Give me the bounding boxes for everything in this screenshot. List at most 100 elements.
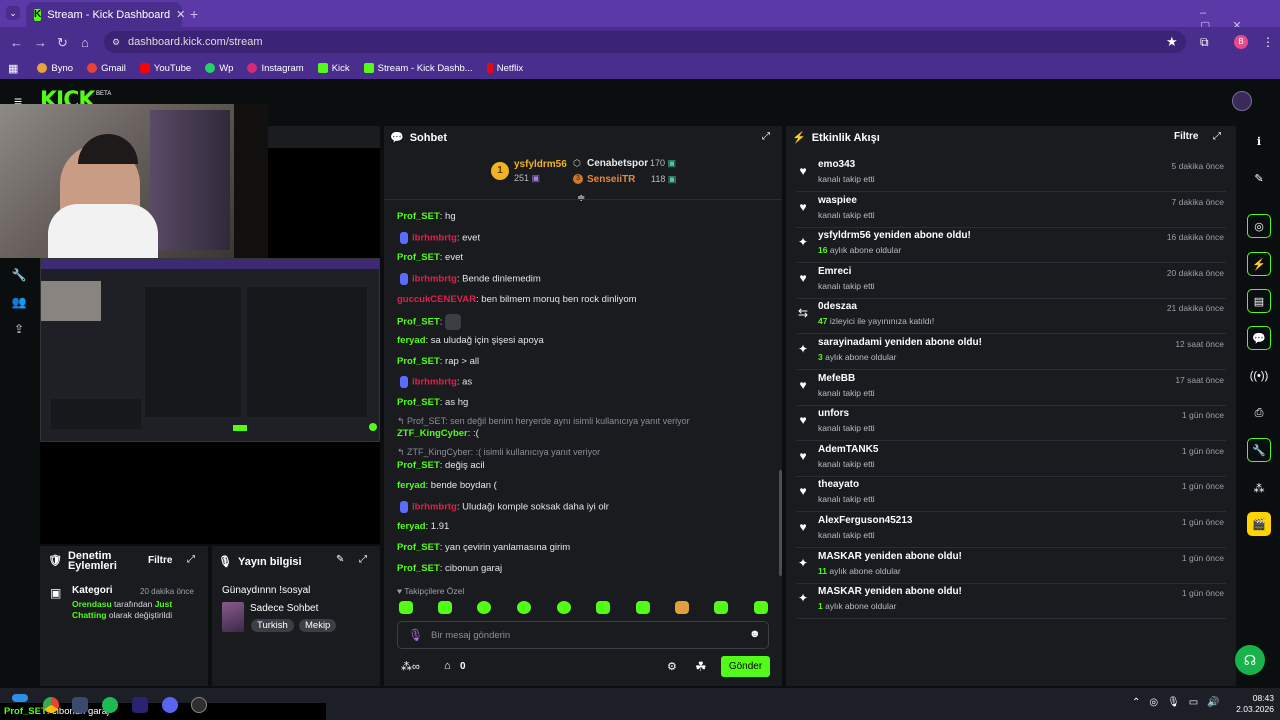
emote-icon[interactable] bbox=[636, 601, 650, 614]
points-icon[interactable]: ⁂∞ bbox=[401, 660, 420, 673]
chat-bubble-icon[interactable]: 💬 bbox=[1247, 326, 1271, 350]
user-avatar[interactable] bbox=[1232, 91, 1252, 111]
chat-title-text: Sohbet bbox=[409, 131, 447, 144]
back-icon[interactable]: ← bbox=[10, 35, 23, 50]
close-tab-icon[interactable]: ✕ bbox=[176, 8, 185, 21]
bookmark-star-icon[interactable]: ★ bbox=[1166, 34, 1178, 50]
wrench-icon[interactable]: 🔧 bbox=[10, 266, 28, 284]
bookmark-kick-dashboard[interactable]: Stream - Kick Dashb... bbox=[359, 63, 478, 74]
upload-icon[interactable]: ⇪ bbox=[10, 320, 28, 338]
wrench-icon[interactable]: 🔧 bbox=[1247, 438, 1271, 462]
popout-icon[interactable]: ⤢ bbox=[187, 554, 195, 565]
bookmark-instagram[interactable]: Instagram bbox=[242, 63, 308, 74]
event-item[interactable]: ♥ AdemTANK5 kanalı takip etti 1 gün önce bbox=[796, 442, 1226, 477]
popout-icon[interactable]: ⤢ bbox=[359, 554, 367, 565]
event-item[interactable]: ✦ MASKAR yeniden abone oldu! 11 aylık abon… bbox=[796, 549, 1226, 584]
send-button[interactable]: Gönder bbox=[721, 656, 770, 677]
bookmark-byno[interactable]: Byno bbox=[32, 63, 78, 74]
emote-icon[interactable] bbox=[517, 601, 531, 614]
chat-input[interactable]: 🎙 Bir mesaj gönderin ☻ bbox=[397, 621, 769, 649]
bookmark-wp[interactable]: Wp bbox=[200, 63, 238, 74]
event-item[interactable]: ♥ emo343 kanalı takip etti 5 dakika önce bbox=[796, 157, 1226, 192]
new-tab-icon[interactable]: + bbox=[190, 6, 198, 22]
mod-actor[interactable]: Orendasu bbox=[72, 599, 112, 609]
emote-icon[interactable] bbox=[399, 601, 413, 614]
browser-tab[interactable]: K Stream - Kick Dashboard ✕ bbox=[26, 2, 185, 27]
supporter-2-name[interactable]: Cenabetspor bbox=[587, 158, 648, 169]
event-item[interactable]: ✦ ysfyldrm56 yeniden abone oldu! 16 aylık … bbox=[796, 228, 1226, 264]
event-sub: 3 aylık abone oldular bbox=[818, 352, 897, 362]
event-item[interactable]: ✦ sarayinadami yeniden abone oldu! 3 aylık… bbox=[796, 335, 1226, 370]
forward-icon[interactable]: → bbox=[34, 35, 47, 50]
category-name[interactable]: Sadece Sohbet bbox=[250, 603, 318, 614]
emote-icon[interactable] bbox=[438, 601, 452, 614]
chrome-icon[interactable] bbox=[43, 697, 59, 713]
moderation-filter-button[interactable]: Filtre bbox=[148, 555, 172, 566]
edit-icon[interactable]: ✎ bbox=[1247, 166, 1271, 190]
event-item[interactable]: ♥ MefeBB kanalı takip etti 17 saat önce bbox=[796, 371, 1226, 406]
clapper-icon[interactable]: 🎬 bbox=[1247, 512, 1271, 536]
clipboard-icon[interactable]: ▤ bbox=[1247, 289, 1271, 313]
address-bar[interactable]: dashboard.kick.com/stream bbox=[104, 31, 1186, 53]
event-sub: kanalı takip etti bbox=[818, 280, 875, 291]
popout-icon[interactable]: ⤢ bbox=[1213, 131, 1221, 142]
emoji-icon[interactable]: ☻ bbox=[749, 628, 761, 640]
emote-icon[interactable] bbox=[754, 601, 768, 614]
event-item[interactable]: ♥ AlexFerguson45213 kanalı takip etti 1 gün… bbox=[796, 513, 1226, 548]
reload-icon[interactable]: ↻ bbox=[57, 35, 68, 51]
broadcast-icon[interactable]: ((•)) bbox=[1247, 364, 1271, 388]
profile-avatar[interactable]: B bbox=[1234, 35, 1248, 49]
info-icon[interactable]: ℹ bbox=[1247, 129, 1271, 153]
event-item[interactable]: ♥ Emreci kanalı takip etti 20 dakika önce bbox=[796, 264, 1226, 299]
apps-grid-icon[interactable]: ▦ bbox=[8, 62, 18, 75]
supporter-3-name[interactable]: SenseiiTR bbox=[587, 174, 635, 185]
users-icon[interactable]: 👥 bbox=[10, 293, 28, 311]
bookmark-netflix[interactable]: Netflix bbox=[482, 63, 528, 74]
lightning-icon[interactable]: ⚡ bbox=[1247, 252, 1271, 276]
event-item[interactable]: ♥ waspiee kanalı takip etti 7 dakika önce bbox=[796, 193, 1226, 228]
bookmark-kick[interactable]: Kick bbox=[313, 63, 355, 74]
store-icon[interactable]: ⌂ bbox=[444, 660, 451, 672]
events-filter-button[interactable]: Filtre bbox=[1174, 131, 1198, 142]
windows-start-icon[interactable] bbox=[12, 694, 28, 702]
support-headset-icon[interactable]: ☊ bbox=[1235, 645, 1265, 675]
tab-search-icon[interactable]: ⌄ bbox=[6, 6, 20, 20]
tag-mekip[interactable]: Mekip bbox=[299, 619, 337, 632]
home-icon[interactable]: ⌂ bbox=[81, 35, 89, 50]
discord-icon[interactable] bbox=[162, 697, 178, 713]
extensions-icon[interactable]: ⧉ bbox=[1200, 35, 1209, 50]
edit-icon[interactable]: ✎ bbox=[336, 554, 344, 565]
printer-icon[interactable]: ⎙ bbox=[1247, 401, 1271, 425]
event-item[interactable]: ✦ MASKAR yeniden abone oldu! 1 aylık abone… bbox=[796, 584, 1226, 620]
bookmark-youtube[interactable]: YouTube bbox=[135, 63, 196, 74]
chat-scrollbar[interactable] bbox=[779, 470, 782, 576]
event-name: AlexFerguson45213 bbox=[818, 515, 913, 526]
event-item[interactable]: ♥ unfors kanalı takip etti 1 gün önce bbox=[796, 406, 1226, 442]
taskbar-clock[interactable]: 08:43 2.03.2026 bbox=[1232, 693, 1274, 715]
event-item[interactable]: ⇆ 0deszaa 47 izleyici ile yayınınıza katıl… bbox=[796, 299, 1226, 335]
valorant-icon[interactable] bbox=[132, 697, 148, 713]
divider bbox=[384, 199, 782, 200]
popout-icon[interactable]: ⤢ bbox=[762, 131, 770, 142]
supporter-1-name[interactable]: ysfyldrm56 bbox=[514, 159, 567, 170]
steam-icon[interactable] bbox=[72, 697, 88, 713]
settings-icon[interactable]: ⚙ bbox=[667, 660, 677, 673]
system-tray-icons[interactable]: ⌃◎🎙▭🔊 bbox=[1132, 697, 1229, 708]
share-icon[interactable]: ⁂ bbox=[1247, 476, 1271, 500]
event-item[interactable]: ♥ theayato kanalı takip etti 1 gün önce bbox=[796, 477, 1226, 513]
mic-icon[interactable]: 🎙 bbox=[408, 628, 423, 642]
emote-icon[interactable] bbox=[714, 601, 728, 614]
bookmark-gmail[interactable]: Gmail bbox=[82, 63, 131, 74]
emote-filter-label[interactable]: ♥ Takipçilere Özel bbox=[397, 586, 464, 596]
emote-icon[interactable] bbox=[675, 601, 689, 614]
obs-icon[interactable] bbox=[191, 697, 207, 713]
emote-icon[interactable] bbox=[477, 601, 491, 614]
emote-icon[interactable] bbox=[596, 601, 610, 614]
tag-turkish[interactable]: Turkish bbox=[251, 619, 294, 632]
site-info-icon[interactable]: ⚙ bbox=[112, 37, 120, 48]
emote-icon[interactable] bbox=[557, 601, 571, 614]
predictions-icon[interactable]: ☘ bbox=[695, 659, 707, 675]
obs-capture-icon[interactable]: ◎ bbox=[1247, 214, 1271, 238]
browser-menu-icon[interactable]: ⋮ bbox=[1262, 35, 1274, 49]
spotify-icon[interactable] bbox=[102, 697, 118, 713]
